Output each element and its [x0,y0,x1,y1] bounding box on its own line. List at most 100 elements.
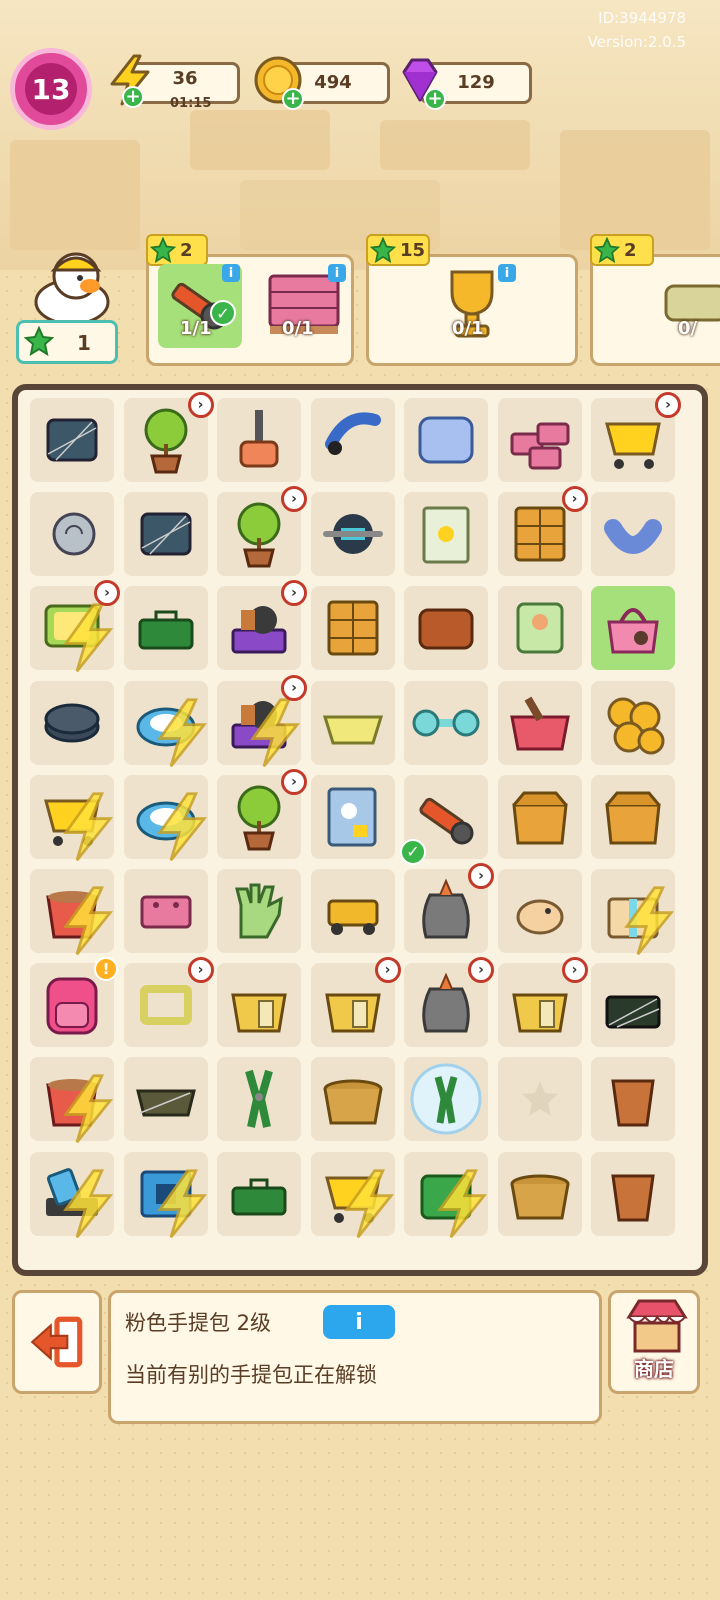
board-cell-basket-tray[interactable] [310,680,395,765]
info-icon[interactable]: i [222,264,240,282]
wicker-basket-icon [510,1174,569,1220]
green-star-icon [24,326,54,356]
bricks-icon [510,422,569,470]
board-cell-neck-pillow[interactable] [591,492,675,577]
next-tier-icon[interactable]: › [281,674,307,701]
board-cell-headband[interactable] [310,398,395,482]
board-cell-dusty-tray[interactable] [123,1057,208,1142]
board-cell-cushion[interactable] [497,586,582,671]
board-cell-empty[interactable] [497,1057,582,1142]
board-cell-dumbbell[interactable] [404,680,488,765]
board-cell-locked-purple-cart[interactable]: › [217,674,307,767]
item-info-button[interactable]: i [323,1305,395,1339]
exit-icon [30,1316,83,1368]
board-cell-tape-dispenser[interactable] [310,869,395,953]
board-cell-brick[interactable] [123,869,208,953]
board-cell-locked-chip[interactable] [123,1151,208,1238]
next-tier-icon[interactable]: › [655,392,681,418]
basket-tray-icon [322,715,383,745]
board-cell-dusty-toolbox[interactable] [591,963,675,1048]
board-cell-potted-tree[interactable]: › [217,486,307,577]
board-cell-flower-pot[interactable] [591,1057,675,1142]
board-cell-wallet[interactable] [404,586,488,671]
board-cell-locked-green-box[interactable] [404,1151,488,1238]
board-cell-drawer-cabinet[interactable]: › [497,486,588,577]
add-energy-button[interactable]: + [122,86,144,108]
add-gems-button[interactable]: + [424,88,446,110]
next-tier-icon[interactable]: › [561,486,588,513]
board-cell-cardboard-box[interactable] [497,774,582,859]
board-cell-locked-shopping-cart[interactable] [310,1151,395,1238]
item-info-panel: 粉色手提包 2级 i 当前有别的手提包正在解锁 [108,1290,602,1424]
board-cell-purple-cart[interactable]: › [217,580,307,671]
board-cell-pink-handbag[interactable] [591,586,675,671]
board-cell-frame[interactable]: › [123,957,214,1048]
board-cell-pink-backpack[interactable]: ! [30,957,118,1048]
add-coins-button[interactable]: + [282,88,304,110]
dumbbell-icon [412,709,480,737]
board-cell-locked-gift-box[interactable] [591,869,675,956]
board-cell-bubble-pliers[interactable] [404,1057,488,1142]
board-cell-hamster[interactable] [497,869,582,953]
board-cell-snail-shell[interactable] [30,492,114,577]
next-tier-icon[interactable]: › [561,957,588,984]
board-cell-drawer-cabinet[interactable] [310,586,395,671]
board-cell-coin-stack[interactable] [591,680,675,765]
board-cell-green-toolbox[interactable] [217,1151,301,1236]
board-cell-cardboard-box[interactable] [591,774,675,859]
exit-button[interactable] [12,1290,102,1394]
board-cell-shopping-cart[interactable]: › [591,392,681,482]
board-cell-paper-box[interactable] [217,963,301,1048]
board-cell-bricks[interactable] [497,398,582,482]
board-cell-paper-box[interactable]: › [497,957,588,1048]
board-cell-book-page[interactable] [404,492,488,577]
info-icon: i [355,1309,363,1335]
background-shelf [380,120,530,170]
board-cell-wicker-basket[interactable] [310,1057,395,1142]
next-tier-icon[interactable]: › [281,768,307,795]
board-cell-pillow[interactable] [404,398,488,482]
next-tier-icon[interactable]: › [187,392,214,418]
drawer-cabinet-icon [514,506,565,562]
board-cell-locked-shopping-cart[interactable] [30,774,114,861]
trash-bag-icon [422,878,470,939]
wallet-icon [418,608,474,650]
board-cell-flower-pot[interactable] [591,1151,675,1236]
board-cell-mallet[interactable] [217,398,301,482]
info-icon[interactable]: i [328,264,346,282]
board-cell-wicker-basket[interactable] [497,1151,582,1236]
board-cell-trash-bag[interactable]: › [404,957,494,1048]
board-cell-dusty-chip[interactable] [30,398,114,482]
board-cell-pliers[interactable] [217,1057,301,1142]
board-cell-locked-tv[interactable]: › [30,580,120,673]
lock-lightning-icon [63,886,114,956]
board-cell-locked-robot-vacuum[interactable] [123,680,208,767]
board-cell-box-cutter[interactable]: ✓ [400,774,488,865]
next-tier-icon[interactable]: › [187,957,214,984]
board-cell-locked-tool[interactable] [30,1151,114,1238]
next-tier-icon[interactable]: › [281,580,307,607]
board-cell-notebook[interactable] [310,774,395,859]
level-badge[interactable]: 13 [10,48,92,130]
board-cell-locked-bucket[interactable] [30,869,114,956]
shop-button[interactable]: 商店 [608,1290,700,1394]
board-cell-trash-bag[interactable]: › [404,863,494,953]
board-cell-weight-plates[interactable] [30,680,114,765]
order-reward-value: 15 [400,239,426,261]
board-cell-locked-robot-vacuum[interactable] [123,774,208,861]
board-cell-dusty-chip[interactable] [123,492,208,577]
board-cell-locked-bucket[interactable] [30,1057,114,1144]
board-cell-toolbox[interactable] [123,586,208,671]
next-tier-icon[interactable]: › [468,957,494,984]
board-cell-red-box[interactable] [497,680,582,765]
board-cell-potted-tree[interactable]: › [217,768,307,859]
next-tier-icon[interactable]: › [468,863,494,889]
info-icon[interactable]: i [498,264,516,282]
order-item-progress: 0/1 [452,318,484,339]
board-cell-paper-box[interactable]: › [310,957,401,1048]
board-cell-work-glove[interactable] [217,869,301,953]
board-cell-ab-wheel[interactable] [310,492,395,577]
next-tier-icon[interactable]: › [281,486,307,513]
board-cell-potted-tree[interactable]: › [123,392,214,482]
next-tier-icon[interactable]: › [374,957,401,984]
